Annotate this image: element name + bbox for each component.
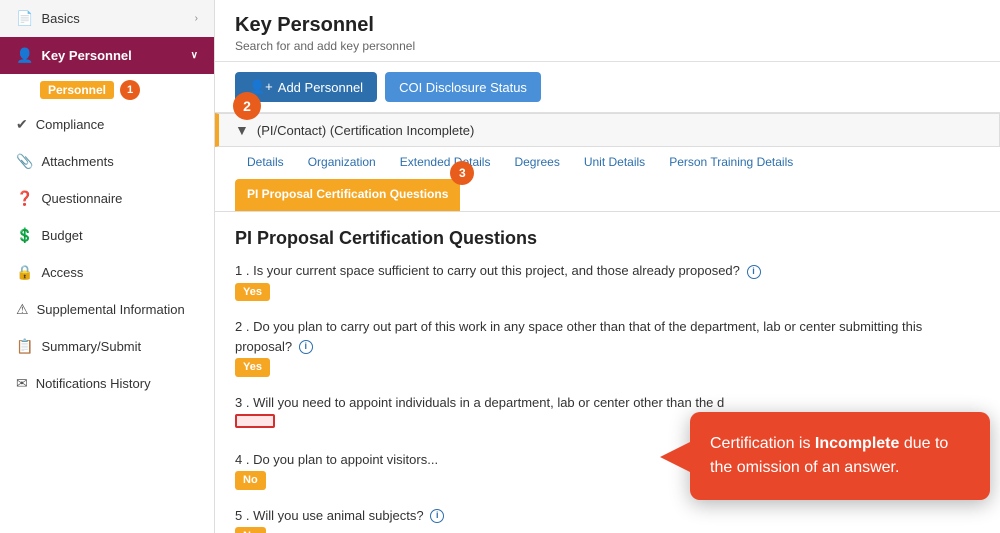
annotation-badge-3: 3 [450,161,474,185]
page-title: Key Personnel [235,14,980,37]
annotation-badge-2: 2 [233,92,261,120]
question-1: 1 . Is your current space sufficient to … [235,261,980,307]
main-content: Key Personnel Search for and add key per… [215,0,1000,533]
sidebar-item-questionnaire[interactable]: ❓ Questionnaire [0,180,214,217]
answer-q2: Yes [235,358,270,377]
basics-chevron: › [195,13,198,24]
questionnaire-icon: ❓ [16,190,33,207]
sidebar-item-summary[interactable]: 📋 Summary/Submit [0,328,214,365]
personnel-badge: Personnel [40,81,114,99]
sidebar-item-supplemental-label: Supplemental Information [37,302,185,317]
page-subtitle: Search for and add key personnel [235,39,980,53]
sidebar-item-basics[interactable]: 📄 Basics › [0,0,214,37]
coi-disclosure-button[interactable]: COI Disclosure Status [385,72,541,102]
tab-degrees[interactable]: Degrees [502,147,571,179]
sidebar-item-supplemental[interactable]: ⚠ Supplemental Information [0,291,214,328]
sidebar-item-key-personnel[interactable]: 👤 Key Personnel ∨ [0,37,214,74]
tab-extended-details[interactable]: Extended Details [388,147,503,179]
sidebar-item-questionnaire-label: Questionnaire [41,191,122,206]
sidebar-sub-personnel: Personnel 1 [0,74,214,106]
tab-person-training[interactable]: Person Training Details [657,147,805,179]
page-header: Key Personnel Search for and add key per… [215,0,1000,62]
sidebar-item-basics-label: Basics [41,11,79,26]
personnel-name: (PI/Contact) (Certification Incomplete) [257,123,474,138]
expand-arrow-icon: ▼ [235,122,249,138]
summary-icon: 📋 [16,338,33,355]
sidebar: ‹ 📄 Basics › 👤 Key Personnel ∨ Personnel… [0,0,215,533]
sidebar-item-summary-label: Summary/Submit [41,339,141,354]
compliance-icon: ✔ [16,116,28,133]
tabs-container: Details Organization Extended Details De… [215,147,1000,212]
sidebar-item-access-label: Access [41,265,83,280]
personnel-row[interactable]: ▼ (PI/Contact) (Certification Incomplete… [215,113,1000,147]
sidebar-item-attachments-label: Attachments [41,154,113,169]
key-personnel-chevron: ∨ [191,50,198,61]
sidebar-item-attachments[interactable]: 📎 Attachments [0,143,214,180]
access-icon: 🔒 [16,264,33,281]
tab-details[interactable]: Details [235,147,296,179]
key-personnel-icon: 👤 [16,47,33,64]
sidebar-item-compliance-label: Compliance [36,117,105,132]
info-icon-q1[interactable]: i [747,265,761,279]
supplemental-icon: ⚠ [16,301,29,318]
sidebar-item-access[interactable]: 🔒 Access [0,254,214,291]
notifications-icon: ✉ [16,375,28,392]
attachments-icon: 📎 [16,153,33,170]
answer-q5: No [235,527,266,533]
question-5: 5 . Will you use animal subjects? i No [235,506,980,533]
annotation-badge-1: 1 [120,80,140,100]
sidebar-item-budget-label: Budget [41,228,82,243]
tab-unit-details[interactable]: Unit Details [572,147,657,179]
answer-q4: No [235,471,266,490]
basics-icon: 📄 [16,10,33,27]
sidebar-item-notifications-label: Notifications History [36,376,151,391]
budget-icon: 💲 [16,227,33,244]
tab-pi-certification[interactable]: PI Proposal Certification Questions 3 [235,179,460,211]
sidebar-item-compliance[interactable]: ✔ Compliance [0,106,214,143]
answer-missing-q3 [235,414,275,428]
sidebar-collapse-button[interactable]: ‹ [214,10,215,40]
section-title: PI Proposal Certification Questions [235,228,980,249]
info-icon-q2[interactable]: i [299,340,313,354]
callout-bold: Incomplete [815,435,899,452]
sidebar-item-budget[interactable]: 💲 Budget [0,217,214,254]
content-area: PI Proposal Certification Questions 1 . … [215,212,1000,533]
sidebar-sub-item-personnel[interactable]: Personnel 1 [20,74,214,106]
info-icon-q5[interactable]: i [430,509,444,523]
toolbar: 👤+ Add Personnel COI Disclosure Status 2 [215,62,1000,113]
sidebar-item-notifications[interactable]: ✉ Notifications History [0,365,214,402]
callout-tooltip: Certification is Incomplete due to the o… [690,412,990,500]
answer-q1: Yes [235,283,270,302]
sidebar-item-key-personnel-label: Key Personnel [41,48,131,63]
question-2: 2 . Do you plan to carry out part of thi… [235,317,980,383]
tab-organization[interactable]: Organization [296,147,388,179]
